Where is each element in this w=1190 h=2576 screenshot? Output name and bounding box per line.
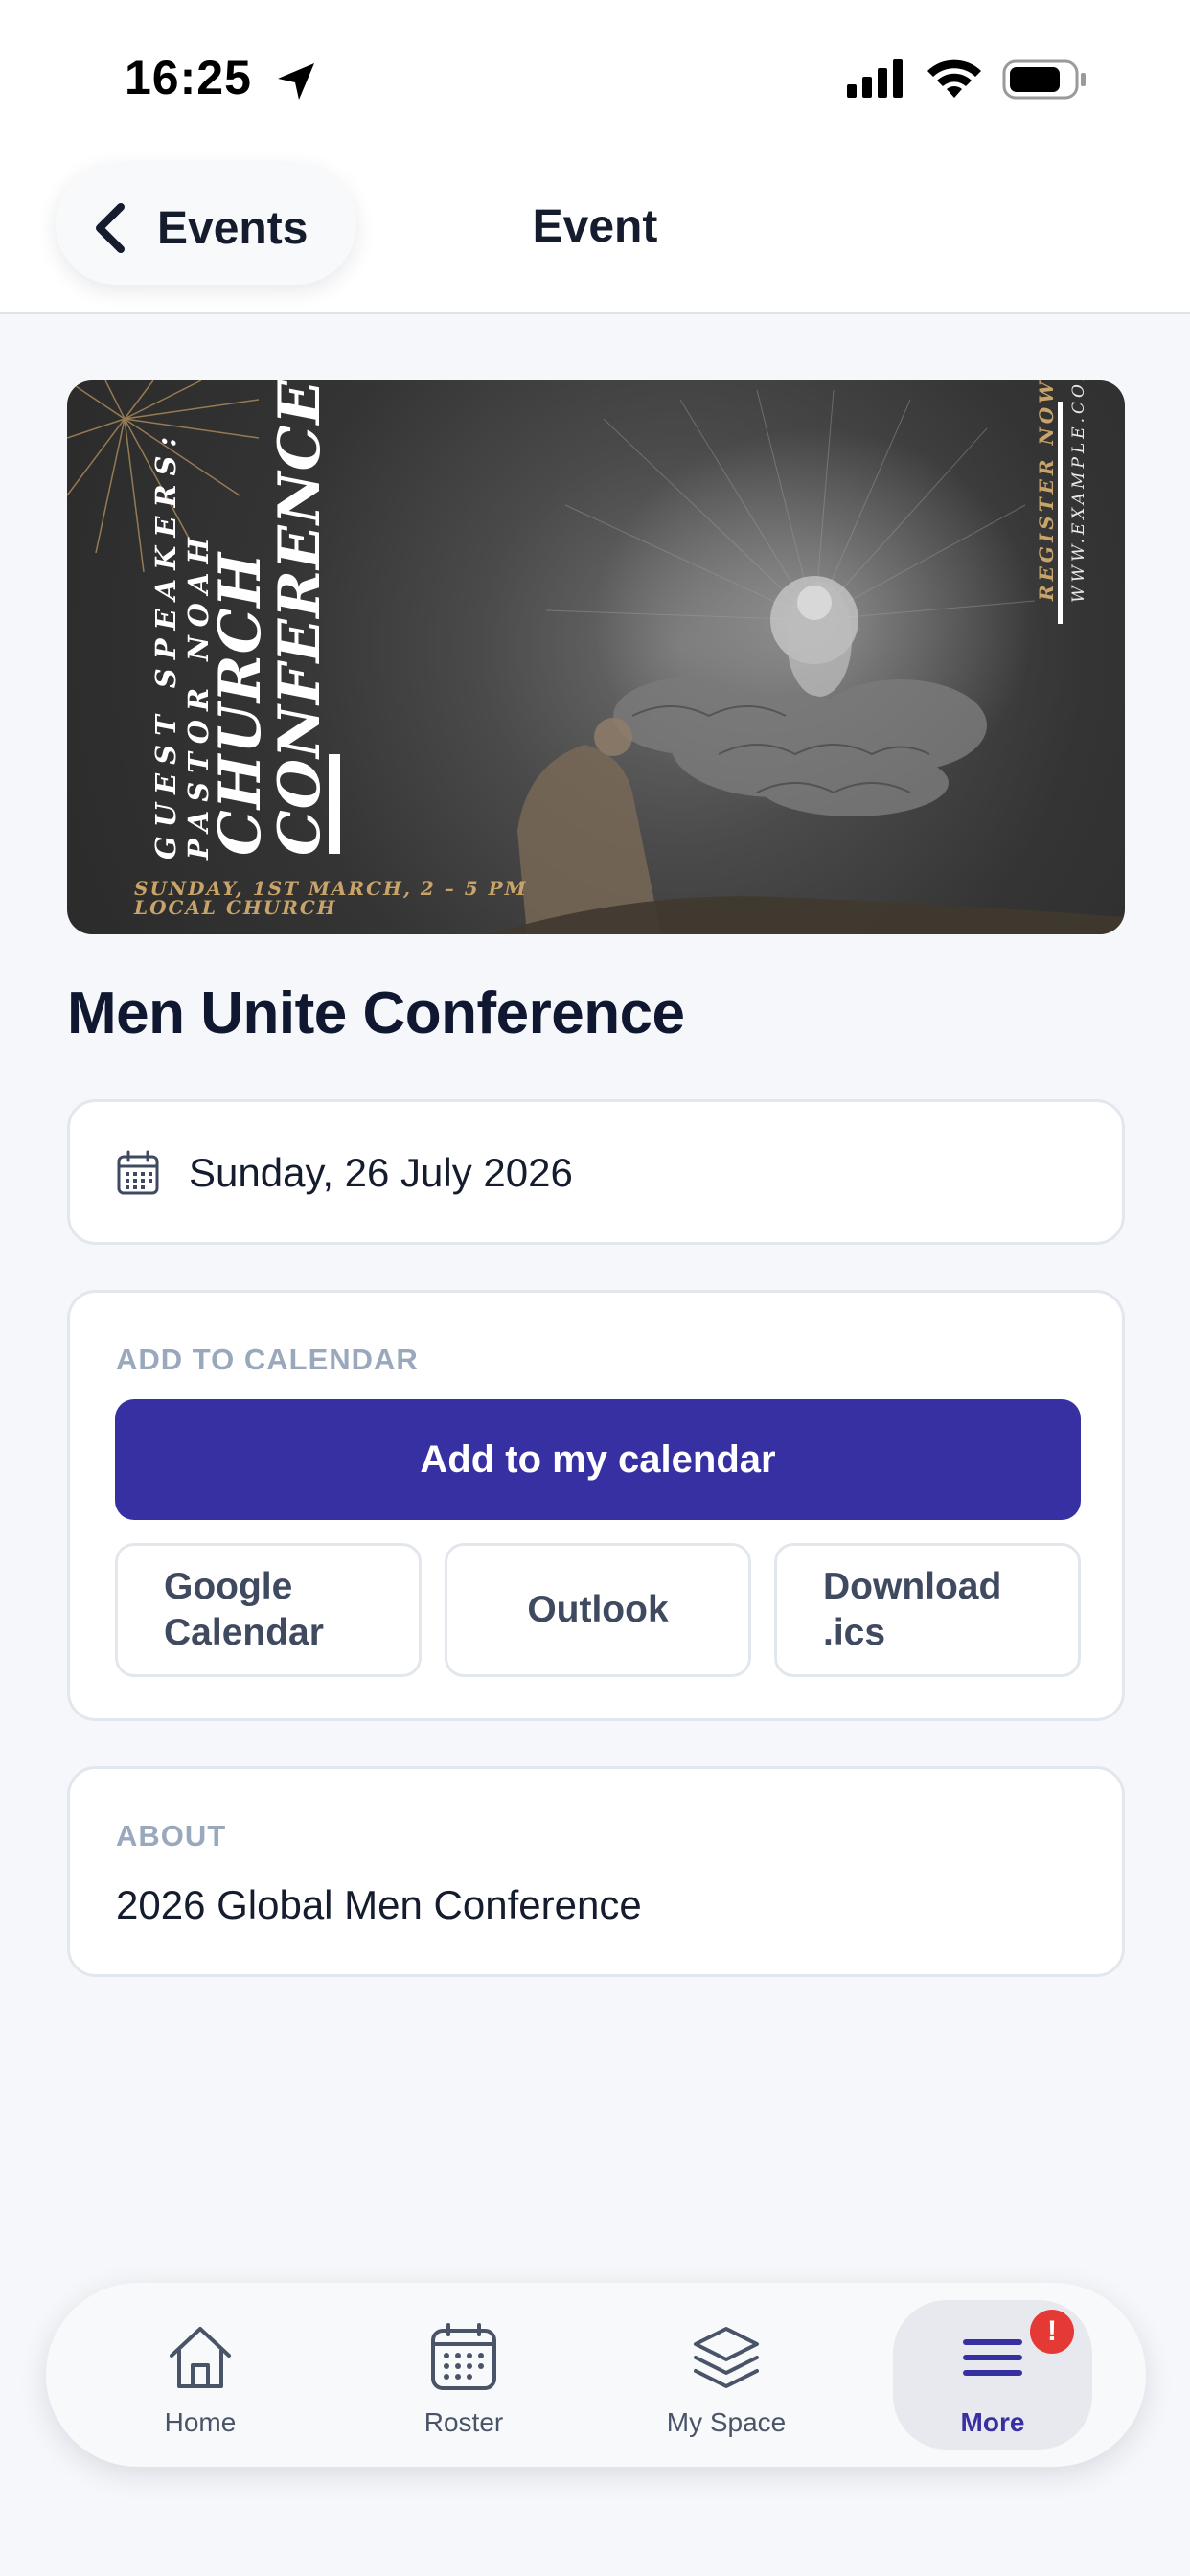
download-ics-label: Download .ics <box>823 1566 1002 1653</box>
outlook-button[interactable]: Outlook <box>445 1543 751 1677</box>
banner-website: WWW.EXAMPLE.COM <box>1069 380 1088 603</box>
add-to-calendar-label: ADD TO CALENDAR <box>116 1343 419 1376</box>
event-title: Men Unite Conference <box>67 980 685 1046</box>
location-arrow-icon <box>278 63 314 100</box>
bottom-tab-bar: Home Roster My Space ! More <box>46 2283 1146 2467</box>
about-text: 2026 Global Men Conference <box>116 1882 642 1927</box>
banner-speakers-line1: GUEST SPEAKERS: <box>149 427 182 860</box>
google-calendar-label: Google Calendar <box>164 1566 324 1653</box>
outlook-label: Outlook <box>527 1589 669 1630</box>
download-ics-button[interactable]: Download .ics <box>774 1543 1081 1677</box>
banner-title-line1: CHURCH <box>207 551 274 856</box>
about-card: ABOUT 2026 Global Men Conference <box>67 1766 1125 1977</box>
calendar-icon <box>117 1150 159 1195</box>
about-label: ABOUT <box>116 1819 227 1852</box>
banner-title: CHURCH CONFERENCE <box>207 380 333 856</box>
add-to-calendar-card: ADD TO CALENDAR Add to my calendar Googl… <box>67 1290 1125 1721</box>
google-calendar-button[interactable]: Google Calendar <box>115 1543 422 1677</box>
banner-date-line2: LOCAL CHURCH <box>134 896 337 919</box>
wifi-icon <box>927 59 981 98</box>
tab-roster-label: Roster <box>423 2407 504 2437</box>
tab-home[interactable]: Home <box>101 2300 300 2450</box>
nav-header: Events Event <box>0 158 1190 314</box>
banner-register: REGISTER NOW <box>1035 380 1058 601</box>
tab-my-space-label: My Space <box>666 2407 787 2437</box>
tab-more-label: More <box>960 2407 1025 2437</box>
banner-speakers: GUEST SPEAKERS: PASTOR NOAH <box>149 428 215 860</box>
menu-icon <box>963 2339 1022 2376</box>
banner-date: SUNDAY, 1ST MARCH, 2 – 5 PM LOCAL CHURCH <box>134 879 528 917</box>
event-date-card: Sunday, 26 July 2026 <box>67 1099 1125 1245</box>
home-icon <box>170 2327 231 2388</box>
banner-register-bar <box>1058 402 1063 624</box>
layers-icon <box>694 2327 759 2388</box>
cellular-signal-icon <box>847 59 903 98</box>
banner-title-line2: CONFERENCE <box>266 380 333 856</box>
notification-badge: ! <box>1030 2310 1074 2354</box>
tab-more[interactable]: ! More <box>893 2300 1092 2450</box>
banner-title-bar <box>329 754 340 854</box>
tab-home-label: Home <box>164 2407 237 2437</box>
banner-date-line1: SUNDAY, 1ST MARCH, 2 – 5 PM <box>134 877 528 900</box>
add-to-my-calendar-button[interactable]: Add to my calendar <box>115 1399 1081 1520</box>
status-bar: 16:25 <box>0 0 1190 158</box>
calendar-grid-icon <box>431 2323 496 2390</box>
page-title: Event <box>532 201 658 252</box>
event-banner-image: GUEST SPEAKERS: PASTOR NOAH CHURCH CONFE… <box>67 380 1125 934</box>
tab-roster[interactable]: Roster <box>364 2300 563 2450</box>
status-time: 16:25 <box>125 51 252 104</box>
event-date: Sunday, 26 July 2026 <box>189 1150 573 1195</box>
tab-my-space[interactable]: My Space <box>627 2300 826 2450</box>
battery-icon <box>1002 59 1086 100</box>
